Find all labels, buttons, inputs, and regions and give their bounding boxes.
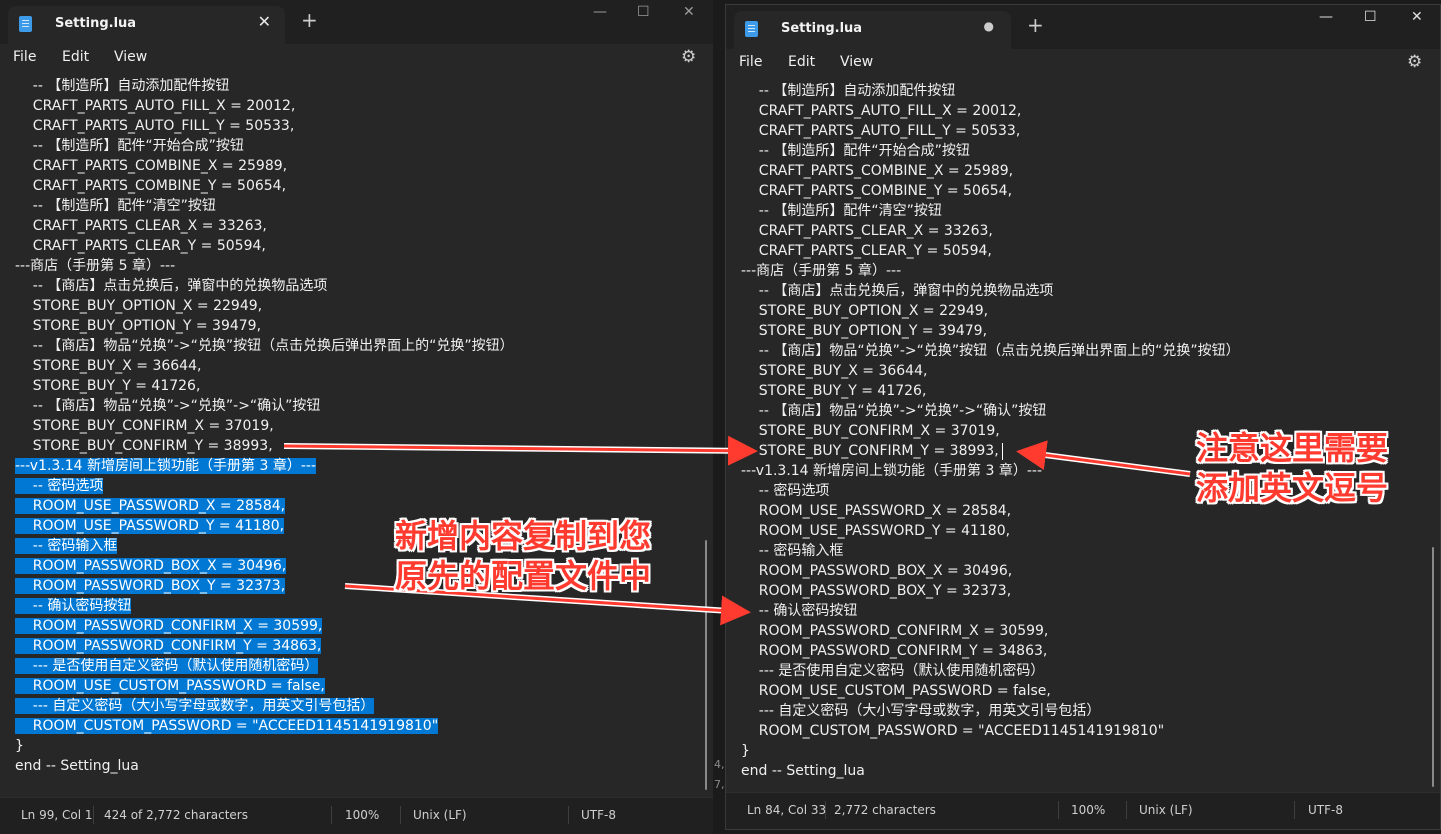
annotation-arrows [283, 435, 1191, 626]
arrow-comma-note [1016, 440, 1191, 476]
annotation-comma-note: 注意这里需要 添加英文逗号 [1196, 429, 1389, 507]
annotation-copy-note: 新增内容复制到您 原先的配置文件中 [395, 517, 652, 595]
